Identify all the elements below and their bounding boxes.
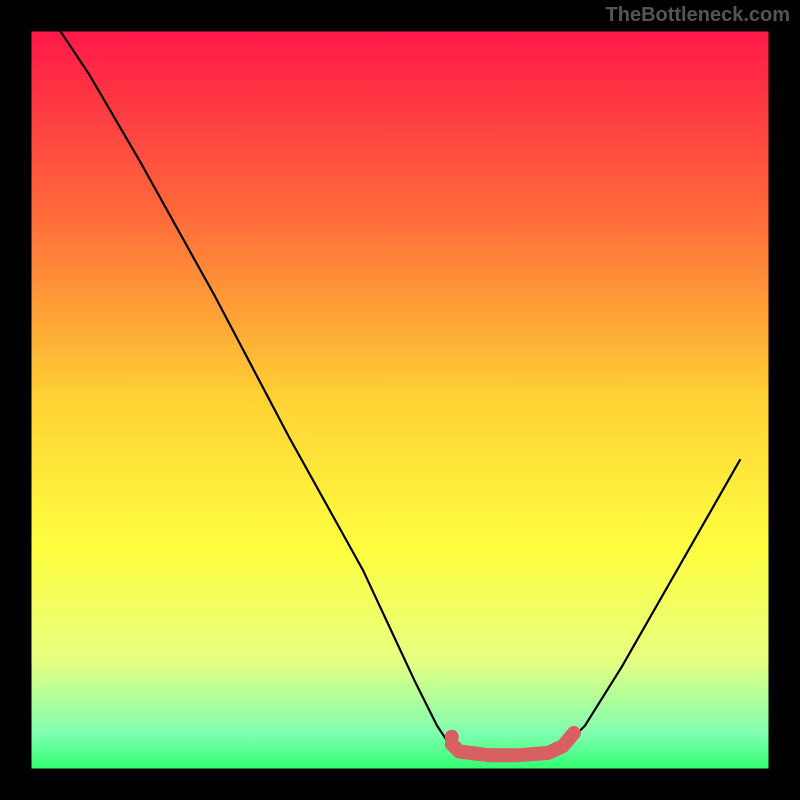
chart-svg: [0, 0, 800, 800]
plot-background: [30, 30, 770, 770]
bottleneck-chart: [0, 0, 800, 800]
optimal-zone-marker-dot: [445, 730, 459, 744]
watermark-text: TheBottleneck.com: [606, 4, 790, 27]
